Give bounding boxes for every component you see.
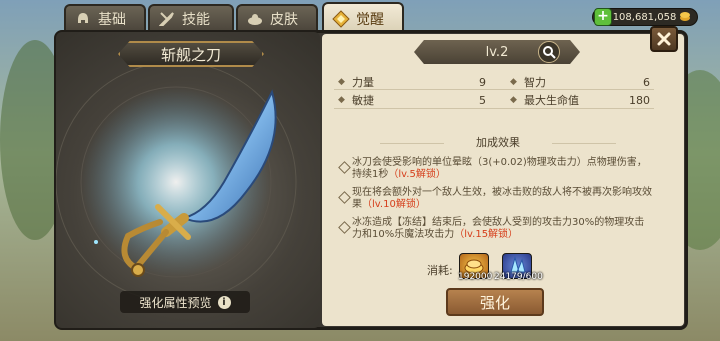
- effect-unlock: （lv.15解锁）: [454, 229, 519, 240]
- skin-icon: [246, 10, 264, 28]
- weapon-artwork: [56, 61, 297, 303]
- stat-label: 最大生命值: [524, 94, 579, 107]
- diamond-icon: ◆: [338, 95, 345, 105]
- search-button[interactable]: [538, 41, 560, 63]
- stat-label: 力量: [352, 76, 374, 89]
- gold-amount: 108,681,058: [612, 11, 677, 23]
- effect-text: 现在将会额外对一个敌人生效，被冰击败的敌人将不被再次影响攻: [352, 187, 642, 198]
- close-button[interactable]: [650, 26, 678, 52]
- stat-max-hp: ◆ 最大生命值 180: [510, 93, 650, 108]
- stat-strength: ◆ 力量 9: [338, 75, 486, 90]
- diamond-icon: ◆: [510, 95, 517, 105]
- stat-value: 180: [629, 93, 650, 107]
- stat-label: 敏捷: [352, 94, 374, 107]
- awaken-icon: [332, 10, 350, 28]
- effect-text: 冰冻造成【冻结】结束后，会使敌人受到的攻击力30%的物理攻击: [352, 217, 645, 228]
- crystal-cost-count: 24179/600: [494, 272, 543, 282]
- weapon-showcase: [56, 32, 320, 328]
- effect-item: 冰冻造成【冻结】结束后，会使敌人受到的攻击力30%的物理攻击力和10%乐魔法攻击…: [352, 217, 652, 241]
- info-icon: i: [217, 295, 231, 309]
- tab-skin-label: 皮肤: [270, 12, 298, 28]
- helmet-icon: [74, 10, 92, 28]
- stat-divider: [334, 89, 654, 90]
- stat-value: 6: [643, 75, 650, 89]
- stat-agility: ◆ 敏捷 5: [338, 93, 486, 108]
- stat-value: 9: [479, 75, 486, 89]
- weapon-name-plate: 斩舰之刀: [118, 41, 264, 67]
- effect-extra: 力和10%乐魔法攻击力: [352, 229, 455, 240]
- close-icon: [657, 32, 671, 46]
- tab-basic[interactable]: 基础: [64, 4, 146, 32]
- section-divider-left: [380, 143, 444, 144]
- search-icon: [543, 46, 556, 59]
- stat-label: 智力: [524, 76, 546, 89]
- effect-item: 现在将会额外对一个敌人生效，被冰击败的敌人将不被再次影响攻效果（lv.10解锁）: [352, 187, 652, 211]
- tab-skill-label: 技能: [182, 12, 210, 28]
- effects-title: 加成效果: [476, 136, 520, 149]
- gold-cost-count: 192000: [458, 272, 493, 282]
- level-text: lv.2: [485, 44, 509, 60]
- tab-skin[interactable]: 皮肤: [236, 4, 318, 32]
- upgrade-preview-label: 强化属性预览: [139, 295, 212, 310]
- cost-label: 消耗:: [427, 264, 453, 277]
- add-gold-button[interactable]: +: [594, 8, 612, 26]
- effect-unlock: （lv.10解锁）: [362, 199, 426, 210]
- stat-intelligence: ◆ 智力 6: [510, 75, 650, 90]
- tab-awaken-label: 觉醒: [356, 12, 384, 28]
- effect-item: 冰刀会使受影响的单位晕眩（3(+0.02)物理攻击力）点物理伤害，持续1秒（lv…: [352, 157, 652, 181]
- tab-basic-label: 基础: [98, 12, 126, 28]
- gold-coins-icon: [679, 10, 691, 25]
- upgrade-preview-button[interactable]: 强化属性预览 i: [120, 291, 250, 313]
- stat-value: 5: [479, 93, 486, 107]
- section-divider-right: [552, 143, 616, 144]
- weapon-name: 斩舰之刀: [160, 45, 221, 64]
- stat-divider: [334, 108, 654, 109]
- diamond-icon: ◆: [338, 77, 345, 87]
- sword-skill-icon: [158, 10, 176, 28]
- diamond-icon: ◆: [510, 77, 517, 87]
- tab-skill[interactable]: 技能: [148, 4, 234, 32]
- upgrade-button[interactable]: 强化: [446, 288, 544, 316]
- effect-text: 冰刀会使受影响的单位晕眩（3(+0.02)物理攻击力）点物理伤害: [352, 157, 637, 168]
- effect-unlock: （lv.5解锁）: [388, 169, 446, 180]
